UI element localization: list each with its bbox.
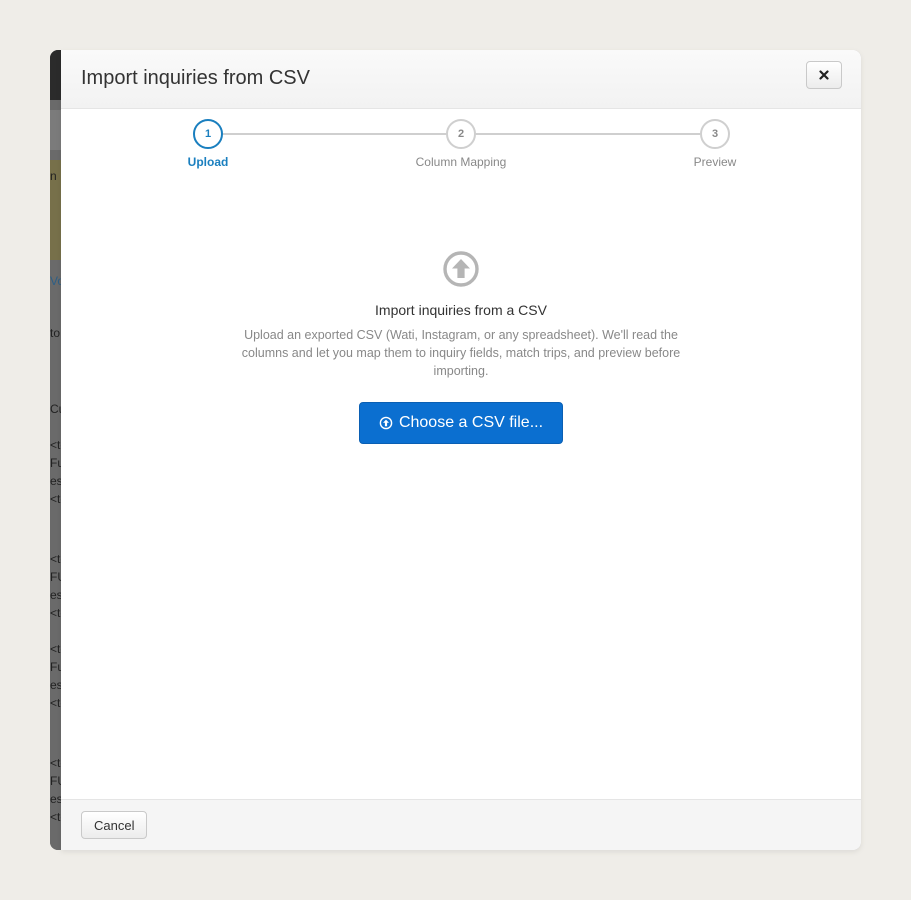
- choose-csv-label: Choose a CSV file...: [398, 414, 544, 431]
- upload-title: Import inquiries from a CSV: [375, 302, 547, 318]
- step-number: 3: [700, 119, 730, 149]
- arrow-up-circle-icon: [379, 416, 393, 430]
- close-button[interactable]: [806, 61, 842, 89]
- upload-description: Upload an exported CSV (Wati, Instagram,…: [241, 328, 681, 378]
- upload-zone: Import inquiries from a CSV Upload an ex…: [211, 250, 711, 444]
- step-number: 1: [193, 119, 223, 149]
- choose-csv-button[interactable]: Choose a CSV file...: [358, 402, 564, 444]
- import-csv-modal: Import inquiries from CSV 1 Upload 2 Col…: [61, 50, 861, 850]
- step-label: Column Mapping: [415, 155, 507, 169]
- cancel-button[interactable]: Cancel: [81, 811, 148, 839]
- modal-footer: Cancel: [61, 799, 861, 850]
- modal-title: Import inquiries from CSV: [81, 67, 310, 89]
- step-label: Preview: [693, 155, 737, 169]
- step-number: 2: [446, 119, 476, 149]
- close-x-icon: [819, 70, 829, 80]
- modal-header: Import inquiries from CSV: [61, 50, 861, 109]
- step-preview: 3 Preview: [645, 119, 785, 169]
- arrow-up-circle-icon: [443, 251, 479, 287]
- step-label: Upload: [187, 155, 229, 169]
- step-upload: 1 Upload: [138, 119, 278, 169]
- import-stepper: 1 Upload 2 Column Mapping 3 Preview: [61, 109, 861, 179]
- step-column-mapping: 2 Column Mapping: [391, 119, 531, 169]
